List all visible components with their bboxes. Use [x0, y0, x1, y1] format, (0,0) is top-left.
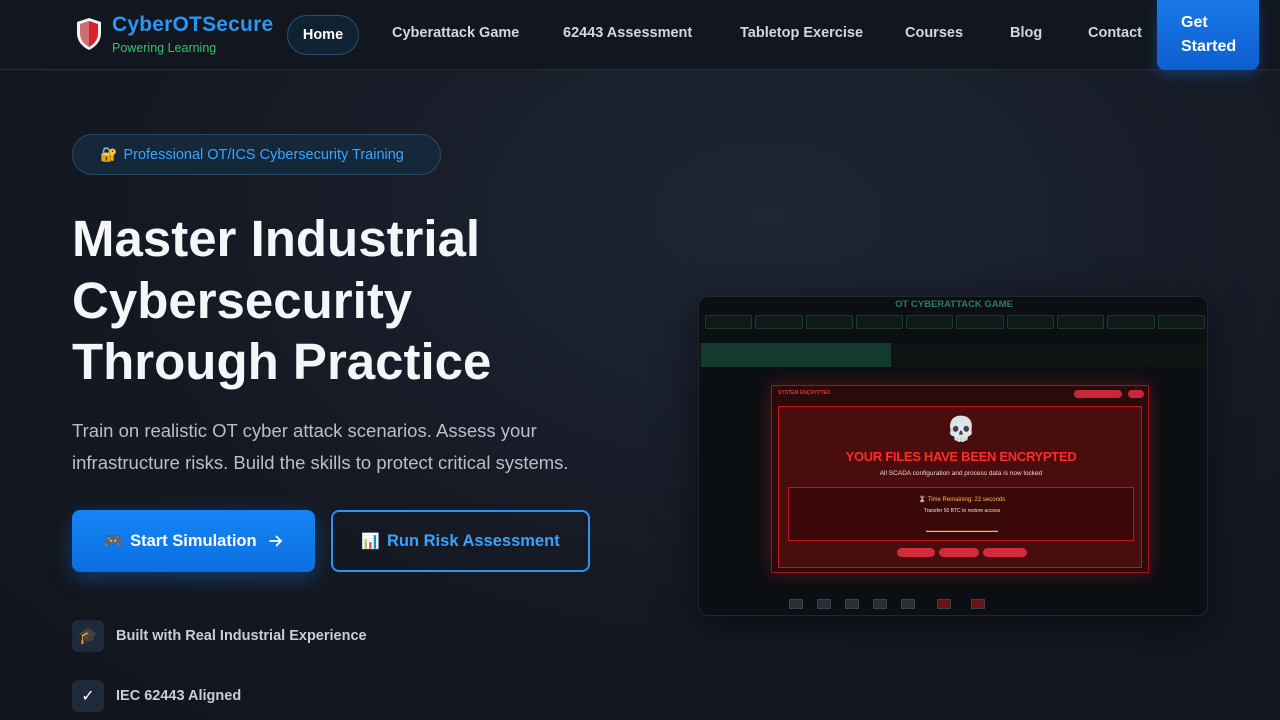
brand-tagline: Powering Learning: [112, 41, 217, 55]
feature-label: Built with Real Industrial Experience: [116, 628, 367, 644]
feature-item: ✓ IEC 62443 Aligned: [72, 680, 241, 712]
preview-plant-diagram: [771, 587, 1071, 615]
site-header: CyberOTSecure Powering Learning Home Cyb…: [0, 0, 1280, 70]
preview-status-bar: [701, 343, 891, 367]
checkmark-icon: ✓: [72, 680, 104, 712]
start-simulation-button[interactable]: 🎮 Start Simulation: [72, 510, 315, 572]
modal-pill: [1074, 390, 1122, 398]
hero-title: Master Industrial Cybersecurity Through …: [72, 208, 632, 393]
hero-title-line2: Cybersecurity: [72, 271, 413, 329]
game-preview[interactable]: OT CYBERATTACK GAME SYSTEM ENCRYPTED 💀 Y…: [698, 296, 1208, 616]
lock-icon: 🔐: [100, 146, 118, 162]
ransom-timer: ⌛ Time Remaining: 22 seconds: [918, 497, 1006, 503]
run-risk-assessment-label: Run Risk Assessment: [386, 531, 560, 550]
nav-blog[interactable]: Blog: [1010, 25, 1042, 41]
nav-contact[interactable]: Contact: [1088, 25, 1142, 41]
ransom-transfer: Transfer 50 BTC to restore access: [923, 508, 1001, 514]
preview-title: OT CYBERATTACK GAME: [895, 299, 1013, 310]
nav-62443-assessment[interactable]: 62443 Assessment: [563, 25, 692, 41]
training-badge: 🔐 Professional OT/ICS Cybersecurity Trai…: [72, 134, 441, 175]
hero-title-line3: Through Practice: [72, 333, 492, 390]
ransomware-modal: SYSTEM ENCRYPTED 💀 YOUR FILES HAVE BEEN …: [771, 385, 1149, 573]
get-started-line2: Started: [1181, 38, 1237, 55]
encryption-headline: YOUR FILES HAVE BEEN ENCRYPTED: [845, 449, 1077, 464]
badge-label: Professional OT/ICS Cybersecurity Traini…: [123, 146, 404, 163]
get-started-button[interactable]: Get Started: [1157, 0, 1259, 70]
feature-label: IEC 62443 Aligned: [116, 688, 242, 704]
nav-tabletop-exercise[interactable]: Tabletop Exercise: [740, 25, 863, 41]
brand-logo[interactable]: CyberOTSecure Powering Learning: [76, 12, 273, 55]
modal-buttons: [897, 548, 1027, 557]
nav-home[interactable]: Home: [287, 15, 359, 55]
feature-item: 🎓 Built with Real Industrial Experience: [72, 620, 367, 652]
nav-cyberattack-game[interactable]: Cyberattack Game: [392, 25, 519, 41]
graduation-cap-icon: 🎓: [72, 620, 104, 652]
encryption-subtext: All SCADA configuration and process data…: [879, 470, 1043, 477]
brand-name: CyberOTSecure: [112, 13, 274, 36]
modal-label: SYSTEM ENCRYPTED: [778, 390, 831, 396]
nav-courses[interactable]: Courses: [905, 25, 963, 41]
chart-icon: 📊: [361, 533, 380, 550]
gamepad-icon: 🎮: [104, 533, 124, 550]
run-risk-assessment-button[interactable]: 📊 Run Risk Assessment: [331, 510, 590, 572]
arrow-right-icon: [268, 535, 282, 547]
modal-close: [1128, 390, 1144, 398]
get-started-line1: Get: [1181, 14, 1208, 31]
preview-tabs: [705, 315, 1205, 329]
skull-icon: 💀: [946, 416, 976, 443]
start-simulation-label: Start Simulation: [130, 531, 257, 550]
shield-icon: [77, 18, 101, 50]
modal-inner: 💀 YOUR FILES HAVE BEEN ENCRYPTED All SCA…: [778, 406, 1142, 568]
hero-title-line1: Master Industrial: [72, 210, 481, 267]
wallet-address: ▬▬▬▬▬▬▬▬▬▬▬▬▬▬▬▬▬▬: [926, 528, 998, 533]
hero-description: Train on realistic OT cyber attack scena…: [72, 420, 569, 473]
ransom-box: ⌛ Time Remaining: 22 seconds Transfer 50…: [788, 487, 1134, 541]
